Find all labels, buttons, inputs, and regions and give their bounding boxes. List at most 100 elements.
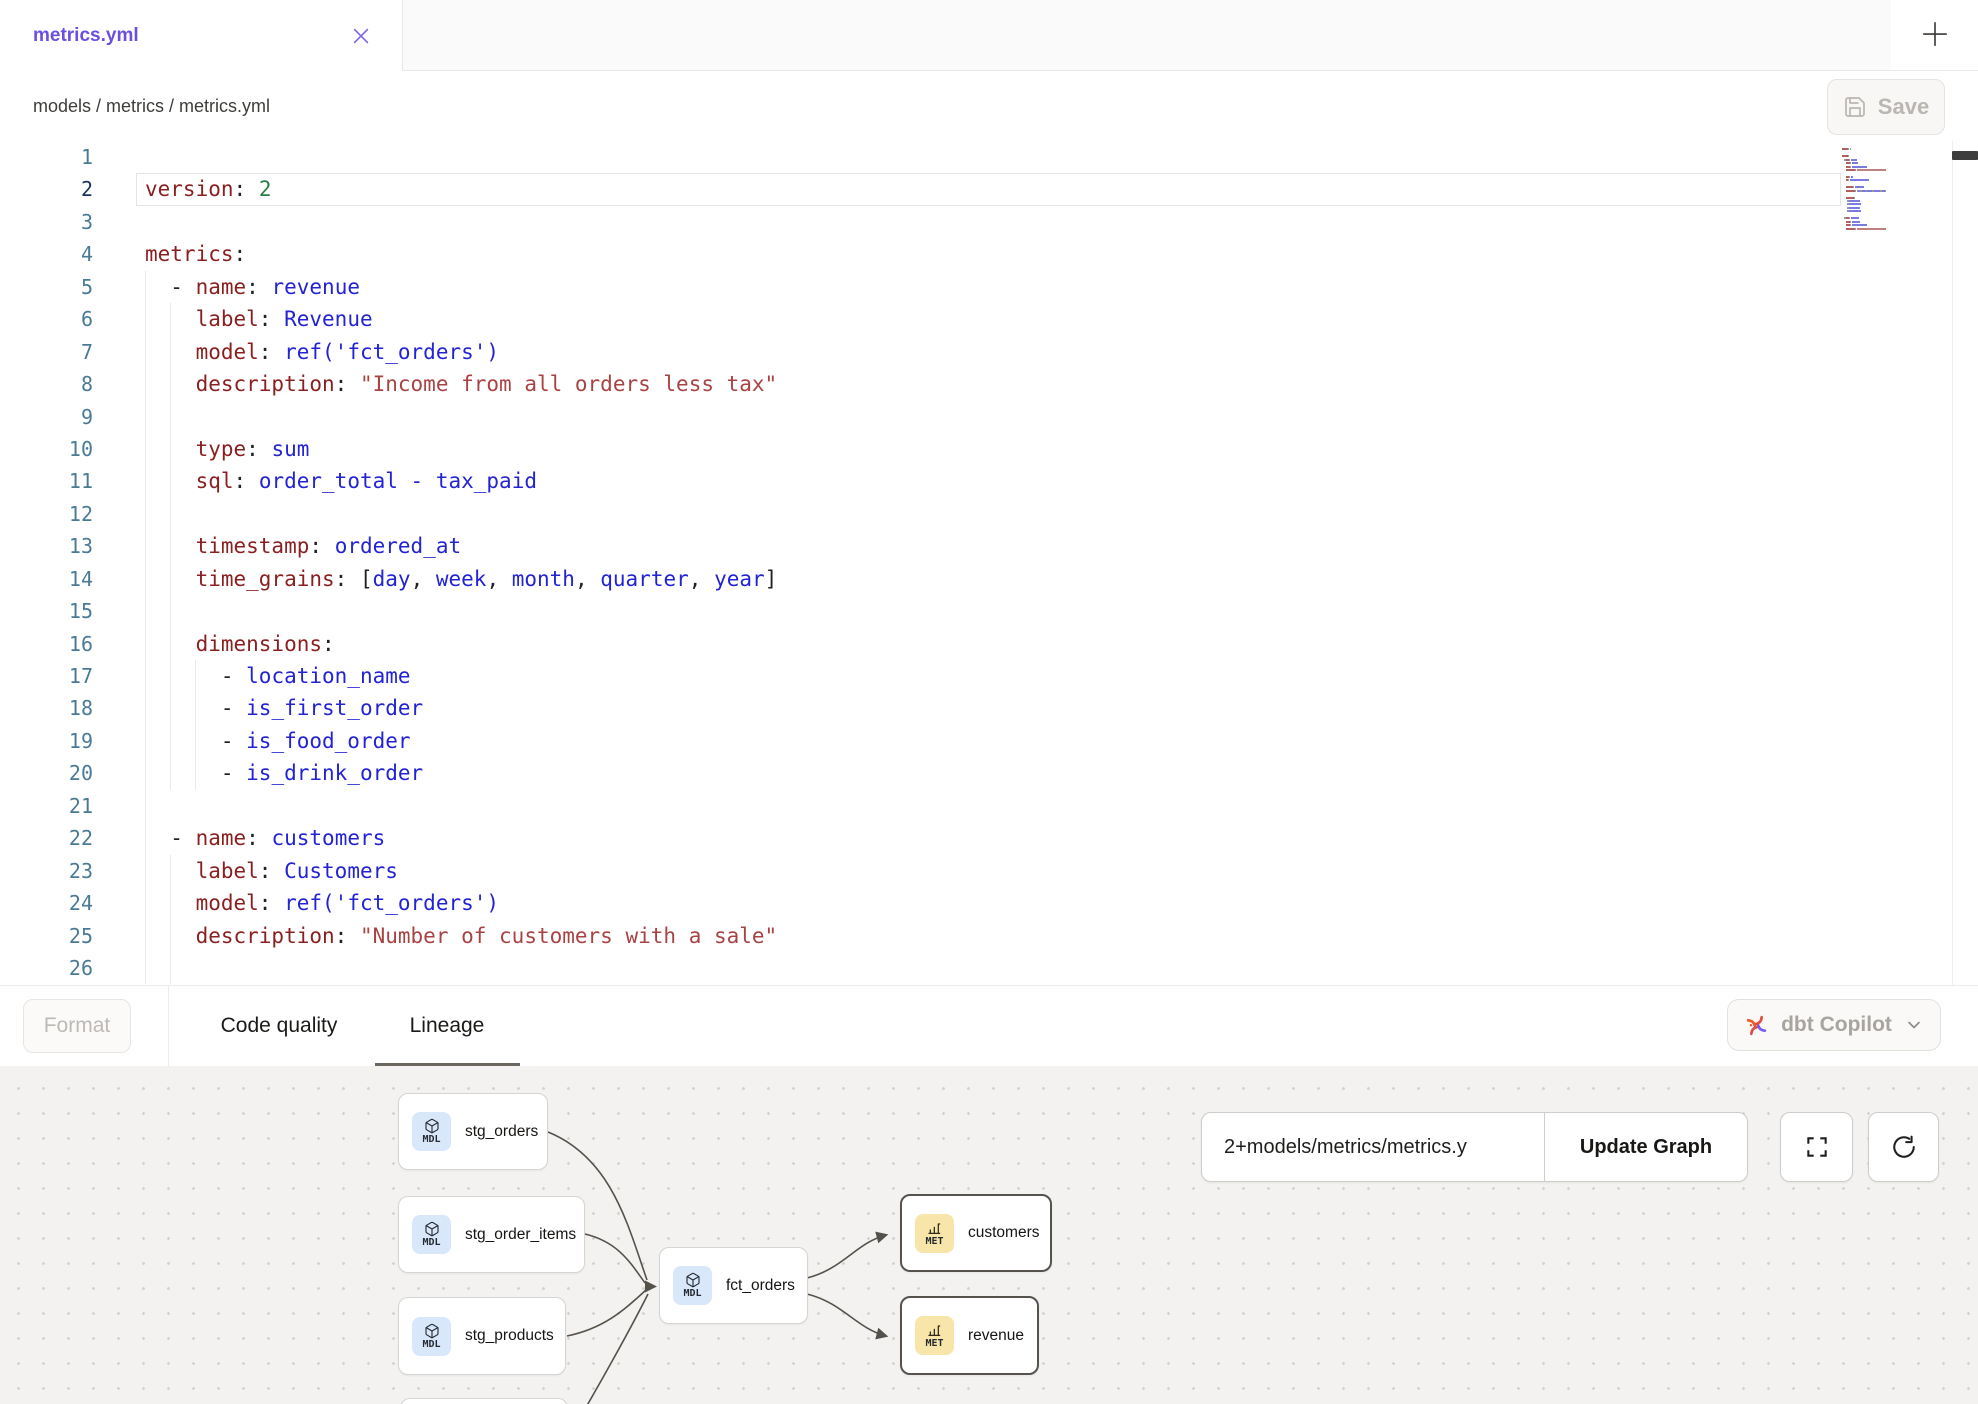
indent-guide [170,401,171,433]
badge-label: MET [925,1237,943,1247]
cube-icon [424,1323,440,1339]
code-line[interactable]: 16 dimensions: [0,628,1978,660]
minimap[interactable] [1842,144,1900,233]
fullscreen-button[interactable] [1780,1112,1853,1182]
code-line[interactable]: 11 sql: order_total - tax_paid [0,465,1978,497]
badge-label: MDL [422,1238,440,1248]
breadcrumb: models / metrics / metrics.yml [33,71,270,141]
code-line[interactable]: 20 - is_drink_order [0,757,1978,789]
line-number: 25 [0,920,93,952]
code-text: label: Revenue [145,303,373,335]
indent-guide [145,498,146,530]
node-type-badge: MDL [412,1317,451,1356]
update-graph-button[interactable]: Update Graph [1545,1113,1747,1181]
lineage-node-customers[interactable]: MET customers [900,1194,1052,1272]
code-line[interactable]: 1 [0,141,1978,173]
code-line[interactable]: 15 [0,595,1978,627]
line-number: 9 [0,401,93,433]
node-label: revenue [968,1327,1024,1345]
lineage-node-revenue[interactable]: MET revenue [900,1296,1039,1375]
code-line[interactable]: 19 - is_food_order [0,725,1978,757]
code-line[interactable]: 7 model: ref('fct_orders') [0,336,1978,368]
line-number: 22 [0,822,93,854]
code-line[interactable]: 10 type: sum [0,433,1978,465]
lineage-filter-input[interactable]: 2+models/metrics/metrics.y [1202,1113,1545,1181]
code-line[interactable]: 21 [0,790,1978,822]
node-label: stg_products [465,1327,554,1345]
scrollbar-thumb[interactable] [1952,151,1978,160]
indent-guide [170,498,171,530]
line-number: 4 [0,238,93,270]
tab-label: metrics.yml [33,25,139,47]
tab-code-quality[interactable]: Code quality [211,986,347,1066]
node-type-badge: MDL [412,1215,451,1254]
lineage-canvas[interactable]: MDL stg_orders MDL stg_order_items MDL s… [0,1066,1978,1404]
indent-guide [145,595,146,627]
cube-icon [424,1221,440,1237]
code-text: - location_name [145,660,411,692]
node-label: customers [968,1224,1040,1242]
fullscreen-corners-icon [1804,1134,1830,1160]
code-line[interactable]: 26 [0,952,1978,984]
lineage-node-stg_orders[interactable]: MDL stg_orders [398,1093,548,1170]
line-number: 3 [0,206,93,238]
line-number: 24 [0,887,93,919]
tab-metrics-yml[interactable]: metrics.yml [0,0,402,71]
save-button[interactable]: Save [1827,79,1945,135]
code-line[interactable]: 3 [0,206,1978,238]
code-text: sql: order_total - tax_paid [145,465,537,497]
lineage-node-hidden_bottom[interactable]: MDL [400,1398,568,1404]
lineage-node-fct_orders[interactable]: MDL fct_orders [659,1247,808,1324]
line-number: 8 [0,368,93,400]
format-button[interactable]: Format [23,999,131,1053]
bar-chart-icon [927,1220,943,1236]
code-line[interactable]: 9 [0,401,1978,433]
node-label: stg_order_items [465,1226,576,1244]
code-text: model: ref('fct_orders') [145,336,499,368]
code-line[interactable]: 14 time_grains: [day, week, month, quart… [0,563,1978,595]
code-line[interactable]: 2version: 2 [0,173,1978,205]
code-line[interactable]: 24 model: ref('fct_orders') [0,887,1978,919]
code-line[interactable]: 18 - is_first_order [0,692,1978,724]
badge-label: MET [925,1339,943,1349]
code-text: - name: customers [145,822,385,854]
code-text: time_grains: [day, week, month, quarter,… [145,563,777,595]
plus-icon [1920,19,1950,49]
code-line[interactable]: 6 label: Revenue [0,303,1978,335]
path-bar: models / metrics / metrics.yml Save [0,71,1978,142]
indent-guide [170,595,171,627]
line-number: 10 [0,433,93,465]
indent-guide [145,401,146,433]
tab-lineage[interactable]: Lineage [402,986,492,1066]
indent-guide [145,790,146,822]
code-line[interactable]: 22 - name: customers [0,822,1978,854]
code-line[interactable]: 23 label: Customers [0,855,1978,887]
line-number: 5 [0,271,93,303]
bar-chart-icon [927,1322,943,1338]
line-number: 1 [0,141,93,173]
close-icon[interactable] [350,25,372,47]
tab-bar-right [1891,0,1978,71]
code-line[interactable]: 4metrics: [0,238,1978,270]
code-line[interactable]: 12 [0,498,1978,530]
dbt-copilot-button[interactable]: dbt Copilot [1727,999,1941,1051]
line-number: 20 [0,757,93,789]
chevron-down-icon [1904,1015,1924,1035]
scrollbar-track [1952,141,1953,985]
code-text: label: Customers [145,855,398,887]
code-line[interactable]: 13 timestamp: ordered_at [0,530,1978,562]
code-editor[interactable]: 12version: 234metrics:5 - name: revenue6… [0,141,1978,985]
code-text: version: 2 [145,173,271,205]
line-number: 19 [0,725,93,757]
code-line[interactable]: 5 - name: revenue [0,271,1978,303]
bottom-panel-toolbar: Format Code quality Lineage dbt Copilot [0,985,1978,1067]
lineage-node-stg_products[interactable]: MDL stg_products [398,1297,566,1375]
new-tab-button[interactable] [1918,18,1952,52]
code-line[interactable]: 25 description: "Number of customers wit… [0,920,1978,952]
code-line[interactable]: 8 description: "Income from all orders l… [0,368,1978,400]
code-text: - is_food_order [145,725,411,757]
code-line[interactable]: 17 - location_name [0,660,1978,692]
refresh-button[interactable] [1868,1112,1939,1182]
lineage-node-stg_order_items[interactable]: MDL stg_order_items [398,1196,585,1273]
line-number: 17 [0,660,93,692]
